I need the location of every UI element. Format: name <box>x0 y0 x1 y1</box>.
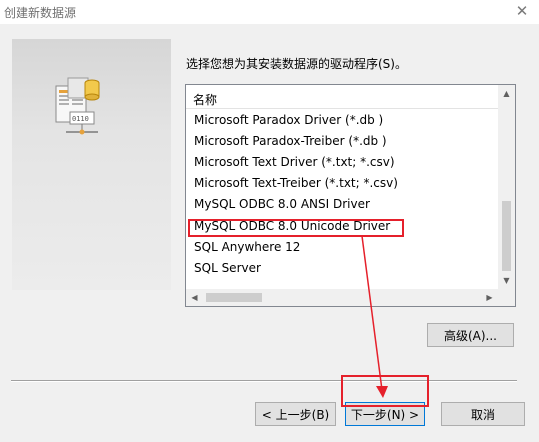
list-item[interactable]: MySQL ODBC 8.0 ANSI Driver <box>194 194 370 215</box>
window-title: 创建新数据源 <box>4 6 77 20</box>
driver-prompt: 选择您想为其安装数据源的驱动程序(S)。 <box>186 57 407 71</box>
selected-driver-highlight <box>188 219 404 237</box>
column-header-name[interactable]: 名称 <box>193 91 217 108</box>
scroll-up-icon[interactable]: ▲ <box>498 85 515 102</box>
list-item[interactable]: Microsoft Text-Treiber (*.txt; *.csv) <box>194 173 398 194</box>
vertical-scrollbar[interactable]: ▲ ▼ <box>498 85 515 289</box>
dialog-body: 0110 选择您想为其安装数据源的驱动程序(S)。 名称 Microsoft P… <box>0 24 539 442</box>
list-item[interactable]: Microsoft Paradox-Treiber (*.db ) <box>194 131 387 152</box>
scroll-left-icon[interactable]: ◀ <box>186 289 203 306</box>
data-source-icon: 0110 <box>55 77 100 135</box>
next-button-highlight <box>341 375 429 407</box>
wizard-side-panel: 0110 <box>12 39 171 290</box>
title-bar: 创建新数据源 ✕ <box>0 0 539 24</box>
driver-listbox[interactable]: 名称 Microsoft Paradox Driver (*.db ) Micr… <box>185 84 516 307</box>
horizontal-scroll-thumb[interactable] <box>206 293 262 302</box>
list-item[interactable]: Microsoft Text Driver (*.txt; *.csv) <box>194 152 395 173</box>
list-item[interactable]: Microsoft Paradox Driver (*.db ) <box>194 110 383 131</box>
scroll-down-icon[interactable]: ▼ <box>498 272 515 289</box>
header-divider <box>186 108 498 109</box>
close-icon[interactable]: ✕ <box>513 2 531 20</box>
scrollbar-corner <box>498 289 515 306</box>
advanced-button[interactable]: 高级(A)... <box>427 323 514 347</box>
list-item[interactable]: SQL Anywhere 12 <box>194 237 300 258</box>
data-source-icon-label: 0110 <box>72 115 89 123</box>
vertical-scroll-thumb[interactable] <box>502 201 511 271</box>
scroll-right-icon[interactable]: ▶ <box>481 289 498 306</box>
list-item[interactable]: SQL Server <box>194 258 261 279</box>
cancel-button[interactable]: 取消 <box>441 402 525 426</box>
back-button[interactable]: < 上一步(B) <box>255 402 336 426</box>
dialog-divider <box>11 380 517 382</box>
horizontal-scrollbar[interactable]: ◀ ▶ <box>186 289 498 306</box>
